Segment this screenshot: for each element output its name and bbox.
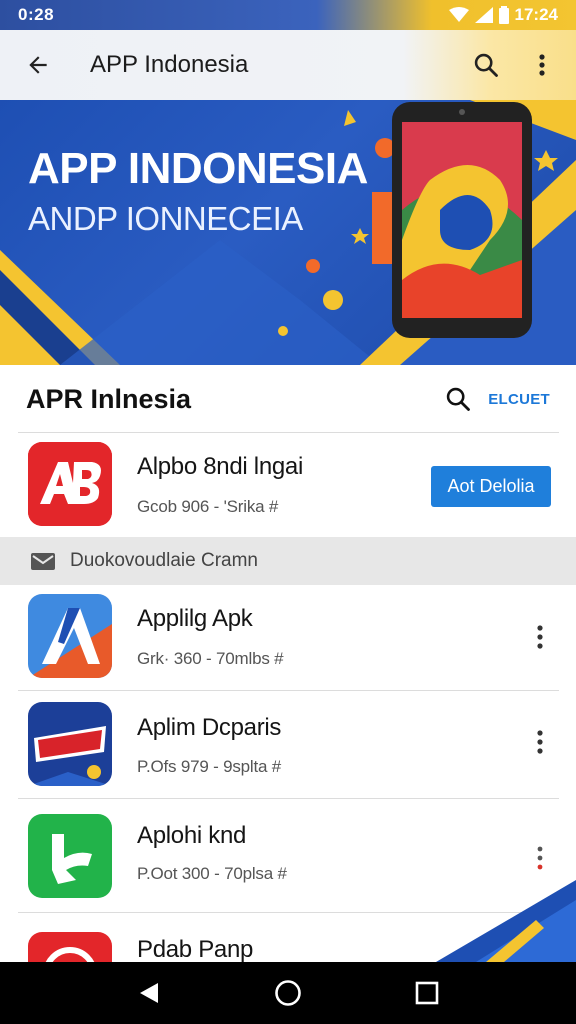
mail-icon: [31, 553, 55, 570]
divider: [18, 690, 559, 691]
status-time: 0:28: [18, 5, 55, 24]
install-button[interactable]: Aot Delolia: [431, 466, 551, 507]
list-item[interactable]: Pdab Panp: [0, 914, 576, 962]
app-meta: P.Ofs 979 - 9splta #: [137, 757, 282, 776]
app-name: Pdab Panp: [137, 936, 254, 962]
list-item[interactable]: Applilg Apk Grk· 360 - 70mlbs #: [0, 585, 576, 689]
status-bar: 0:28 17:24: [0, 0, 576, 30]
app-name: Aplim Dcparis: [137, 714, 282, 741]
banner-subtitle: ANDP IONNECEIA: [28, 200, 303, 237]
app-icon: [28, 932, 112, 962]
more-options-button[interactable]: [526, 720, 554, 764]
app-icon: [28, 702, 112, 786]
battery-icon: [498, 6, 509, 24]
signal-icon: [474, 7, 493, 23]
app-icon: [28, 594, 112, 678]
more-vert-icon: [537, 846, 543, 870]
app-name: Alpbo 8ndi lngai: [137, 453, 304, 480]
app-logo-icon: [28, 932, 112, 962]
category-bar[interactable]: Duokovoudlaie Cramn: [0, 537, 576, 585]
section-link[interactable]: ELCUET: [488, 391, 550, 408]
section-header: APR Inlnesia ELCUET: [0, 365, 576, 433]
search-icon: [474, 53, 498, 77]
back-arrow-icon: [29, 56, 47, 74]
status-icons: 17:24: [448, 5, 558, 25]
more-vert-icon: [537, 730, 543, 754]
app-logo-icon: [28, 814, 112, 898]
overflow-menu-button[interactable]: [518, 41, 566, 89]
search-button[interactable]: [462, 41, 510, 89]
back-button[interactable]: [14, 41, 62, 89]
app-name: Applilg Apk: [137, 605, 253, 632]
wifi-icon: [448, 7, 469, 22]
app-logo-icon: [28, 594, 112, 678]
more-options-button[interactable]: [526, 615, 554, 659]
app-meta: Gcob 906 - 'Srika #: [137, 497, 279, 516]
app-meta: Grk· 360 - 70mlbs #: [137, 649, 284, 668]
promo-banner[interactable]: APP INDONESIA ANDP IONNECEIA: [0, 100, 576, 365]
ab-logo-icon: [28, 442, 112, 526]
page-title: APP Indonesia: [90, 51, 249, 78]
more-vert-icon: [537, 625, 543, 649]
list-item[interactable]: Aplim Dcparis P.Ofs 979 - 9splta #: [0, 692, 576, 796]
category-label: Duokovoudlaie Cramn: [70, 550, 258, 571]
navigation-bar: [0, 962, 576, 1024]
app-meta: P.Oot 300 - 70plsa #: [137, 864, 287, 883]
app-name: Aplohi knd: [137, 822, 247, 849]
banner-title: APP INDONESIA: [28, 144, 368, 193]
divider: [18, 798, 559, 799]
app-icon: [28, 814, 112, 898]
section-title: APR Inlnesia: [26, 383, 192, 414]
nav-recents-button[interactable]: [397, 968, 457, 1018]
status-clock: 17:24: [514, 5, 558, 24]
app-logo-icon: [28, 702, 112, 786]
search-icon[interactable]: [444, 385, 472, 413]
nav-home-button[interactable]: [258, 968, 318, 1018]
nav-back-button[interactable]: [119, 968, 179, 1018]
featured-app-icon: [28, 442, 112, 526]
triangle-back-icon: [140, 983, 159, 1003]
more-vert-icon: [539, 54, 545, 76]
more-options-button[interactable]: [526, 836, 554, 880]
square-recents-icon: [415, 981, 438, 1005]
circle-home-icon: [275, 980, 301, 1006]
app-bar: APP Indonesia: [0, 30, 576, 100]
